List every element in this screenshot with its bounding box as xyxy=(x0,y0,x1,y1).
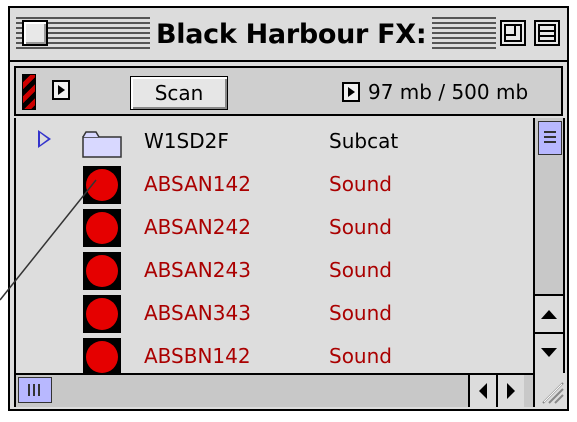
list-item[interactable]: ABSAN343 Sound xyxy=(16,292,533,335)
item-name: ABSAN243 xyxy=(144,258,251,282)
toolbar: Scan 97 mb / 500 mb xyxy=(14,66,563,116)
item-type: Sound xyxy=(329,258,392,282)
folder-icon xyxy=(82,131,122,158)
activity-indicator-icon xyxy=(22,74,36,110)
item-name: W1SD2F xyxy=(144,129,229,153)
sound-icon xyxy=(83,295,121,333)
scroll-left-button[interactable] xyxy=(468,375,496,407)
resize-grip-icon xyxy=(542,382,564,404)
scan-button[interactable]: Scan xyxy=(130,76,228,110)
black-harbour-window: Black Harbour FX: Scan 97 mb / 500 mb W1… xyxy=(8,6,569,411)
resize-grip-button[interactable] xyxy=(533,373,565,407)
arrow-down-icon xyxy=(541,348,557,357)
list-item[interactable]: ABSAN242 Sound xyxy=(16,206,533,249)
list-item[interactable]: W1SD2F Subcat xyxy=(16,120,533,163)
memory-popup-arrow-button[interactable] xyxy=(342,82,360,102)
item-type: Sound xyxy=(329,344,392,368)
file-list: W1SD2F Subcat ABSAN142 Sound ABSAN242 So… xyxy=(14,118,533,373)
list-item[interactable]: ABSBN142 Sound xyxy=(16,335,533,373)
vertical-scrollbar[interactable] xyxy=(533,118,565,373)
list-item[interactable]: ABSAN243 Sound xyxy=(16,249,533,292)
item-name: ABSAN142 xyxy=(144,172,251,196)
item-name: ABSBN142 xyxy=(144,344,251,368)
scroll-right-button[interactable] xyxy=(496,375,524,407)
collapse-box-icon xyxy=(538,24,556,42)
horizontal-scroll-thumb[interactable] xyxy=(18,377,52,403)
disclosure-triangle-icon[interactable] xyxy=(38,130,51,148)
item-type: Subcat xyxy=(329,129,399,153)
sound-icon xyxy=(83,252,121,290)
arrow-right-icon xyxy=(507,383,515,399)
sound-icon xyxy=(83,166,121,204)
list-item[interactable]: ABSAN142 Sound xyxy=(16,163,533,206)
horizontal-scrollbar[interactable] xyxy=(14,373,565,407)
item-type: Sound xyxy=(329,301,392,325)
arrow-left-icon xyxy=(479,383,487,399)
vertical-scroll-thumb[interactable] xyxy=(538,121,562,155)
item-name: ABSAN242 xyxy=(144,215,251,239)
zoom-box-icon xyxy=(504,24,522,42)
item-name: ABSAN343 xyxy=(144,301,251,325)
arrow-up-icon xyxy=(541,310,557,319)
close-box-button[interactable] xyxy=(22,20,48,46)
sound-icon xyxy=(83,209,121,247)
popup-arrow-button[interactable] xyxy=(52,80,70,100)
scroll-up-button[interactable] xyxy=(535,294,563,332)
window-title: Black Harbour FX: xyxy=(150,17,433,53)
sound-icon xyxy=(83,338,121,373)
zoom-box-button[interactable] xyxy=(500,20,526,46)
item-type: Sound xyxy=(329,172,392,196)
title-bar[interactable]: Black Harbour FX: xyxy=(10,8,567,62)
item-type: Sound xyxy=(329,215,392,239)
collapse-box-button[interactable] xyxy=(534,20,560,46)
scroll-down-button[interactable] xyxy=(535,332,563,373)
memory-usage: 97 mb / 500 mb xyxy=(368,80,529,104)
